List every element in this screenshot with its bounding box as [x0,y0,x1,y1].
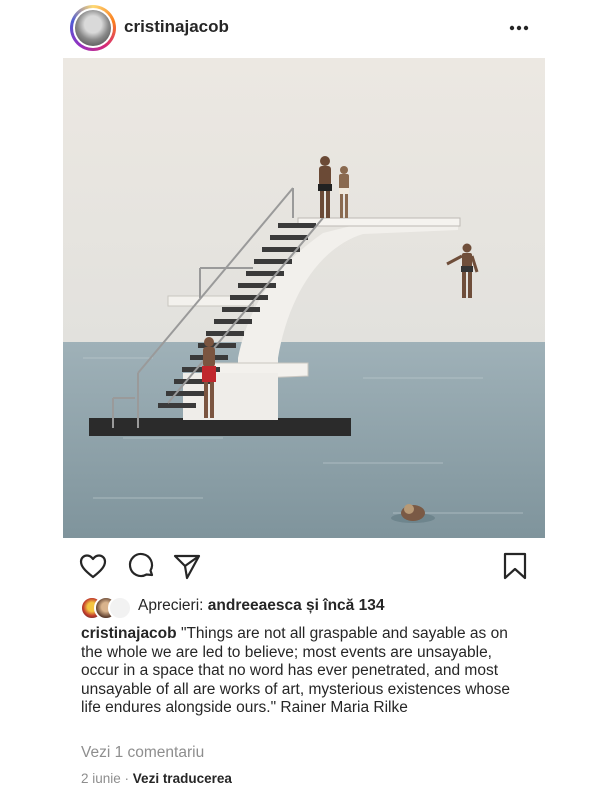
post-caption: cristinajacob "Things are not all graspa… [81,625,531,718]
caption-username[interactable]: cristinajacob [81,625,177,642]
more-horizontal-icon[interactable] [505,18,533,38]
header-username[interactable]: cristinajacob [124,17,229,37]
post-action-bar [0,545,600,585]
profile-avatar[interactable] [70,5,116,51]
likes-count[interactable]: și încă 134 [302,597,384,614]
meta-separator: · [120,771,133,786]
bookmark-icon[interactable] [500,551,530,581]
likes-row: Aprecieri: andreeaesca și încă 134 [80,594,540,620]
likes-label: Aprecieri: [138,597,208,614]
post-image[interactable] [63,58,545,538]
see-translation-link[interactable]: Vezi traducerea [133,771,232,786]
paper-plane-icon[interactable] [172,551,202,581]
heart-icon[interactable] [78,551,108,581]
liker-username[interactable]: andreeaesca [208,597,302,614]
view-comments-link[interactable]: Vezi 1 comentariu [81,744,204,762]
liker-avatar[interactable] [108,596,132,620]
post-date: 2 iunie [81,771,121,786]
post-header: cristinajacob [0,0,600,56]
likes-summary[interactable]: Aprecieri: andreeaesca și încă 134 [138,597,384,615]
comment-icon[interactable] [126,551,156,581]
post-meta: 2 iunie · Vezi traducerea [81,771,232,786]
